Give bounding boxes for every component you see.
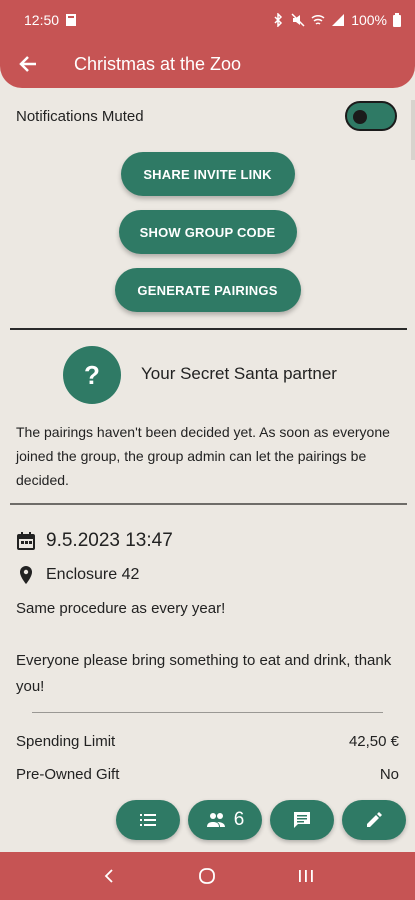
mute-icon	[291, 13, 305, 27]
chat-icon	[294, 812, 310, 828]
wishlist-button[interactable]	[116, 800, 180, 840]
spending-limit-value: 42,50 €	[348, 733, 399, 750]
notifications-row: Notifications Muted	[16, 100, 397, 132]
members-button[interactable]: 6	[188, 800, 262, 840]
nav-back-button[interactable]	[89, 856, 129, 896]
event-location-row: Enclosure 42	[16, 565, 139, 585]
arrow-left-icon	[19, 56, 36, 72]
back-button[interactable]	[0, 40, 56, 88]
location-pin-icon	[20, 566, 32, 584]
members-count: 6	[233, 809, 245, 830]
recents-icon	[298, 870, 313, 882]
chevron-left-icon	[104, 869, 113, 883]
generate-pairings-button[interactable]: GENERATE PAIRINGS	[114, 268, 301, 312]
notifications-toggle[interactable]	[345, 101, 397, 131]
notification-icon	[66, 14, 77, 26]
scrollbar[interactable]	[411, 100, 415, 160]
event-location: Enclosure 42	[46, 566, 140, 583]
toggle-knob	[353, 110, 367, 124]
share-invite-link-button[interactable]: SHARE INVITE LINK	[120, 152, 295, 196]
edit-icon	[367, 812, 382, 827]
pre-owned-gift-row: Pre-Owned Gift No	[16, 766, 399, 783]
wifi-icon	[311, 14, 325, 25]
partner-avatar: ?	[63, 346, 121, 404]
system-nav-bar	[0, 852, 415, 900]
divider	[32, 712, 383, 713]
divider	[10, 503, 407, 505]
signal-icon	[332, 14, 345, 26]
notifications-label: Notifications Muted	[16, 107, 144, 125]
spending-limit-row: Spending Limit 42,50 €	[16, 733, 399, 750]
event-description-1: Same procedure as every year!	[16, 600, 226, 617]
action-bar: 6	[116, 800, 406, 840]
calendar-icon	[17, 532, 35, 550]
event-date: 9.5.2023 13:47	[46, 530, 173, 551]
pre-owned-gift-label: Pre-Owned Gift	[16, 766, 120, 783]
home-circle-icon	[199, 868, 216, 884]
battery-icon	[393, 13, 401, 27]
people-icon	[206, 813, 225, 827]
show-group-code-button[interactable]: SHOW GROUP CODE	[118, 210, 297, 254]
battery-percent: 100%	[351, 12, 387, 28]
list-icon	[140, 814, 156, 826]
nav-home-button[interactable]	[187, 856, 227, 896]
page-title: Christmas at the Zoo	[74, 53, 242, 74]
app-bar: Christmas at the Zoo	[0, 40, 415, 88]
status-bar: 12:50 100%	[0, 0, 415, 40]
bluetooth-icon	[274, 13, 283, 27]
edit-button[interactable]	[342, 800, 406, 840]
divider	[10, 328, 407, 330]
nav-recents-button[interactable]	[286, 856, 326, 896]
pre-owned-gift-value: No	[379, 766, 399, 783]
pairing-info-text: The pairings haven't been decided yet. A…	[16, 424, 390, 488]
spending-limit-label: Spending Limit	[16, 733, 116, 750]
event-description-2: Everyone please bring something to eat a…	[16, 652, 392, 695]
chat-button[interactable]	[270, 800, 334, 840]
event-date-row: 9.5.2023 13:47	[16, 530, 173, 552]
status-time: 12:50	[24, 12, 60, 28]
partner-label: Your Secret Santa partner	[141, 364, 337, 383]
